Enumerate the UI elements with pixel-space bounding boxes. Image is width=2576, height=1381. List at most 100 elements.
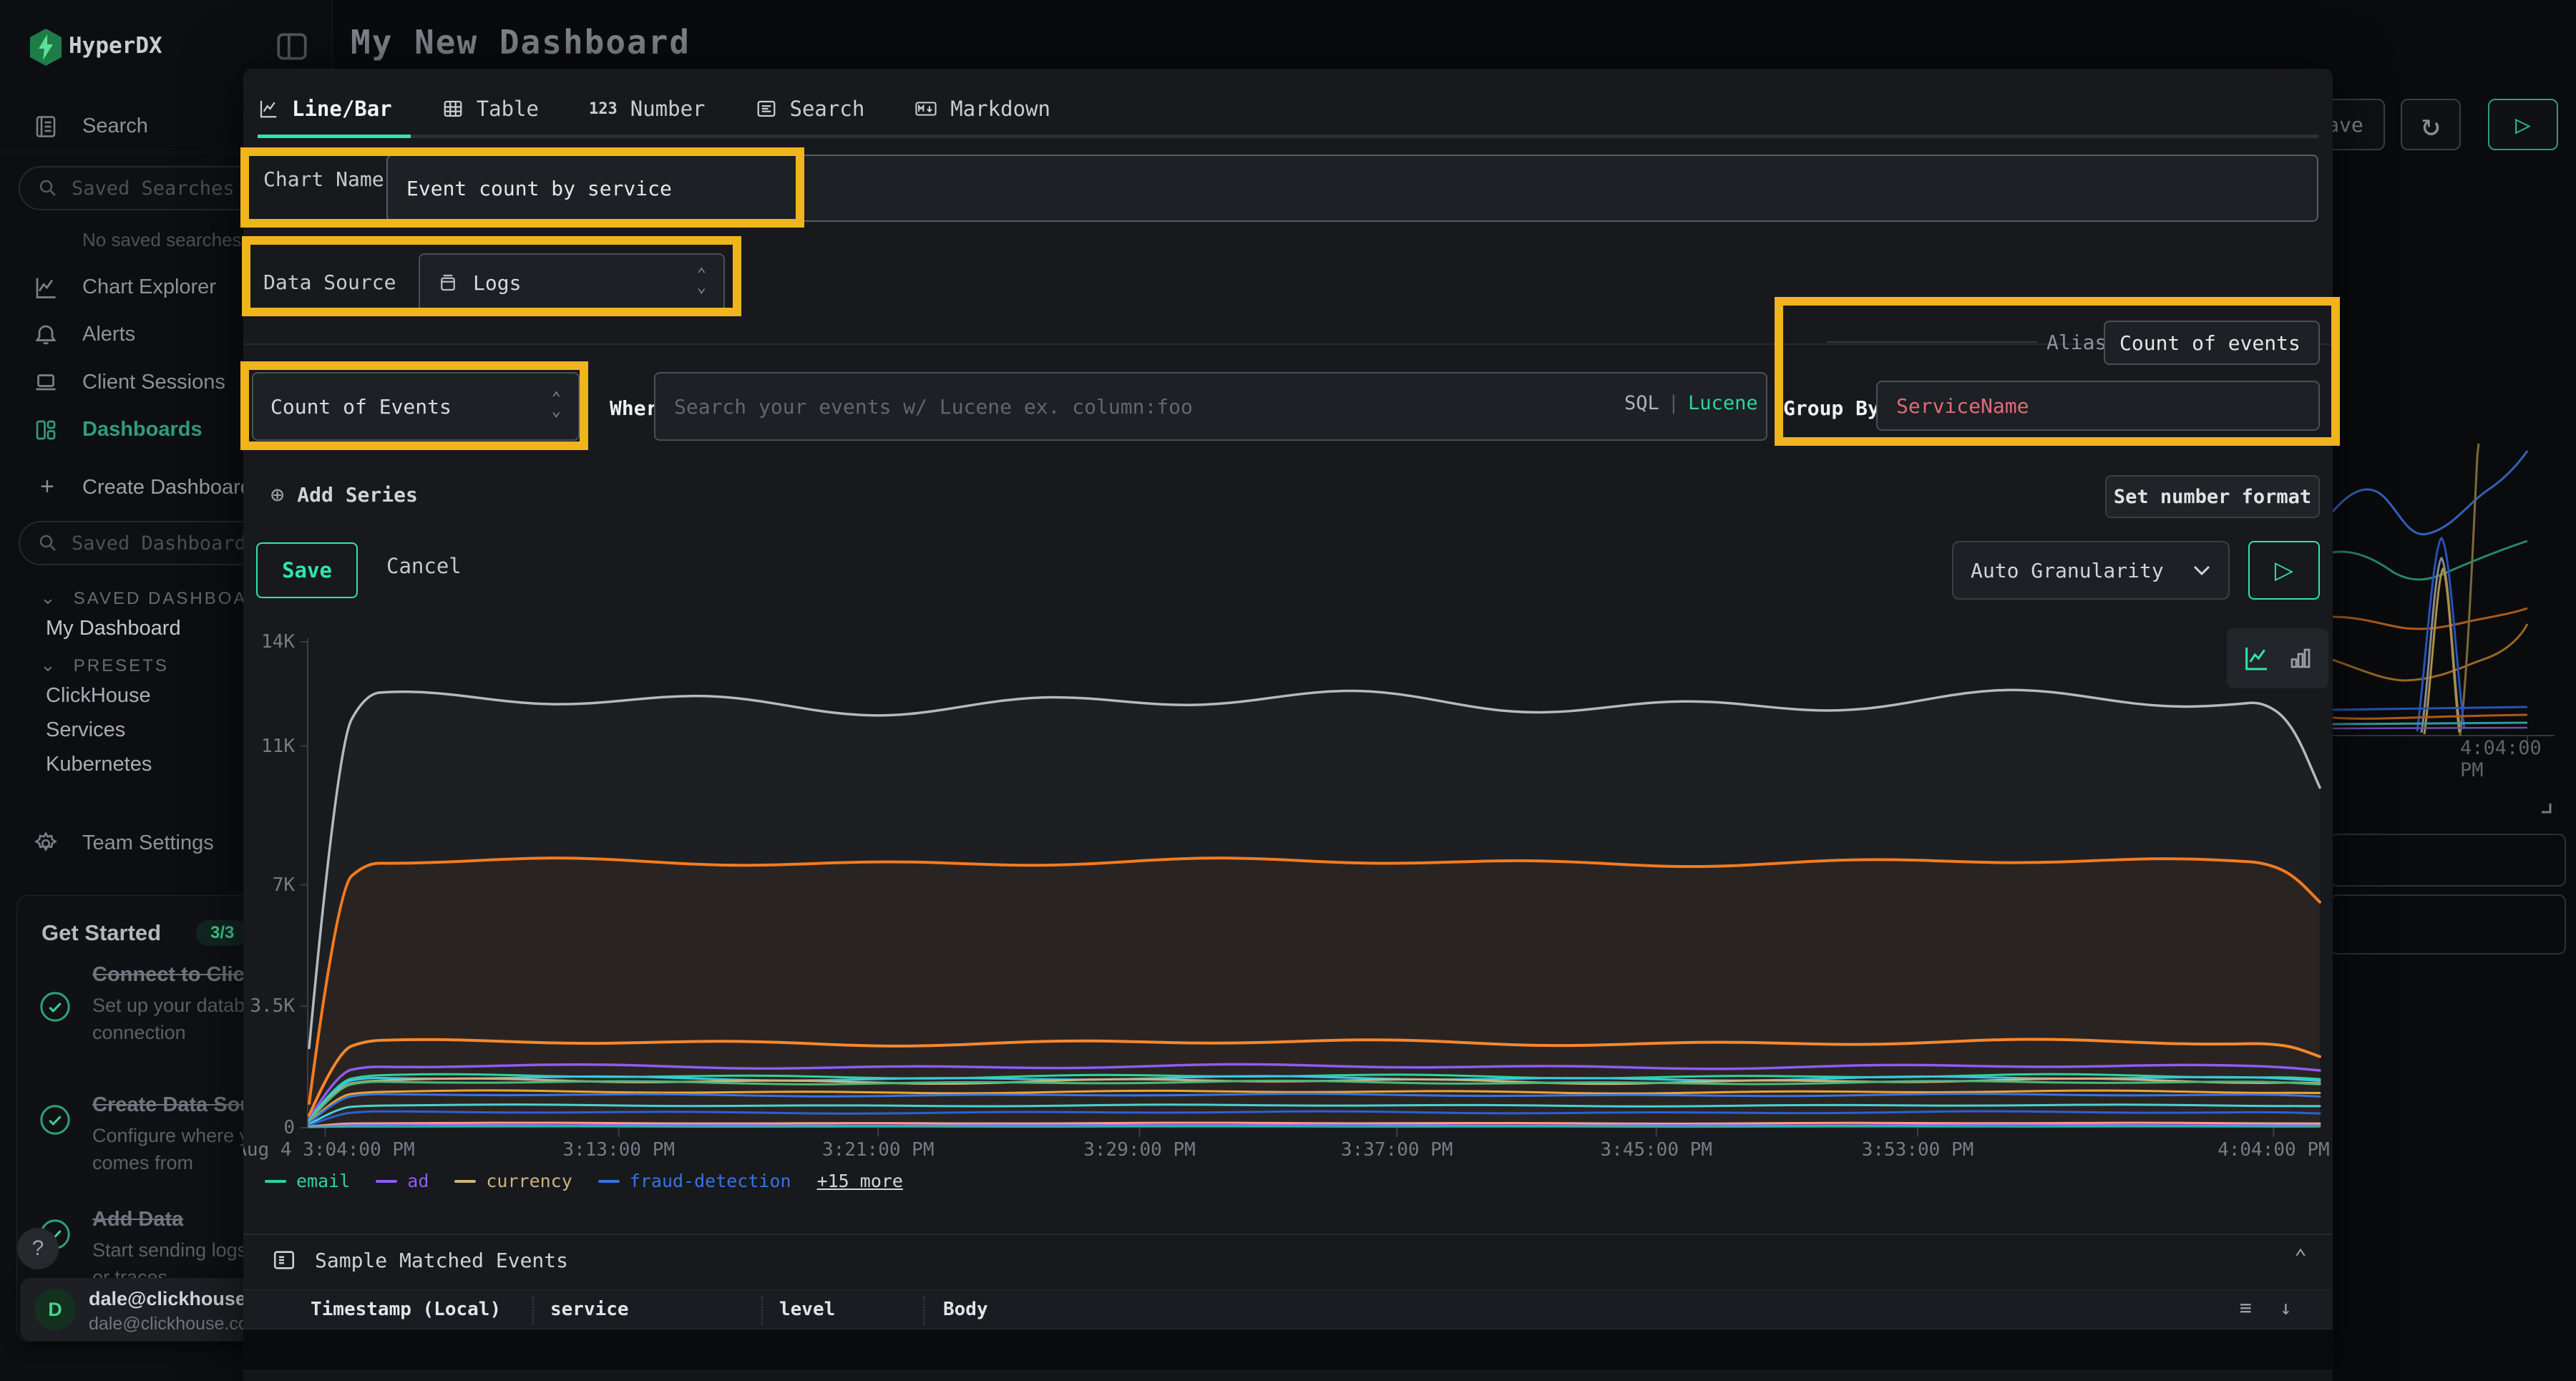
divider: | <box>1668 392 1679 414</box>
column-resizer[interactable] <box>761 1296 763 1324</box>
save-button[interactable]: Save <box>256 542 358 598</box>
where-search-input[interactable] <box>654 372 1767 441</box>
plus-circle-icon: ⊕ <box>270 481 284 508</box>
avatar: D <box>34 1289 76 1330</box>
tab-table[interactable]: Table <box>442 97 539 121</box>
legend-item-fraud-detection[interactable]: fraud-detection <box>598 1171 791 1191</box>
aggregation-select[interactable]: Count of Events ⌃⌄ <box>252 372 580 441</box>
group-by-input[interactable] <box>1876 381 2320 431</box>
table-options-icon[interactable]: ≡ <box>2240 1296 2252 1319</box>
legend-swatch <box>265 1180 286 1183</box>
legend-label: email <box>296 1171 350 1191</box>
events-table-header: Timestamp (Local) service level Body ≡ ↓ <box>243 1289 2333 1329</box>
x-axis-tick-label: 3:21:00 PM <box>822 1139 935 1161</box>
legend-more-label[interactable]: +15 more <box>817 1171 903 1191</box>
tab-track <box>258 135 2318 138</box>
legend-label: fraud-detection <box>630 1171 791 1191</box>
y-axis-tick-label: 0 <box>249 1117 295 1138</box>
line-chart-icon <box>258 98 279 119</box>
column-header-level[interactable]: level <box>779 1299 835 1320</box>
scrollbar-track[interactable] <box>243 1370 2333 1381</box>
get-started-badge: 3/3 <box>196 920 248 946</box>
y-axis-tick-label: 14K <box>249 631 295 653</box>
chevron-down-icon: ⌄ <box>40 654 58 676</box>
chart-name-input[interactable] <box>386 155 2318 222</box>
list-icon <box>272 1248 296 1272</box>
add-series-label: Add Series <box>297 483 418 507</box>
cancel-button[interactable]: Cancel <box>386 554 462 578</box>
sample-matched-events-header[interactable]: Sample Matched Events <box>272 1248 568 1272</box>
active-tab-indicator <box>258 135 411 138</box>
sidebar-item-label: Team Settings <box>82 831 214 855</box>
sidebar-item-label: Client Sessions <box>82 371 225 394</box>
granularity-value: Auto Granularity <box>1971 559 2164 582</box>
sidebar-item-label: Alerts <box>82 323 135 346</box>
bar-chart-icon[interactable] <box>2288 645 2313 671</box>
download-icon[interactable]: ↓ <box>2280 1296 2292 1319</box>
legend-label: ad <box>407 1171 429 1191</box>
legend-item-currency[interactable]: currency <box>454 1171 572 1191</box>
legend-label: currency <box>486 1171 572 1191</box>
x-axis-tick-label: 4:04:00 PM <box>2218 1139 2330 1161</box>
line-chart-icon[interactable] <box>2242 644 2270 673</box>
collapse-section-icon[interactable]: ⌃ <box>2294 1245 2307 1270</box>
background-panel <box>2330 894 2566 955</box>
data-source-label: Data Source <box>263 270 396 294</box>
get-started-title: Get Started <box>42 920 161 946</box>
column-header-service[interactable]: service <box>550 1299 629 1320</box>
help-button[interactable]: ? <box>17 1228 59 1269</box>
x-axis-tick-label: 3:37:00 PM <box>1341 1139 1453 1161</box>
run-dashboard-button[interactable]: ▷ <box>2488 99 2558 150</box>
check-circle-icon <box>39 1103 72 1136</box>
database-icon <box>437 272 459 293</box>
column-header-body[interactable]: Body <box>943 1299 988 1320</box>
tab-search[interactable]: Search <box>756 97 865 121</box>
alias-input[interactable] <box>2104 321 2320 365</box>
no-saved-searches-text: No saved searches <box>82 229 242 251</box>
divider <box>1826 341 2038 343</box>
x-axis-tick-label: Aug 4 3:04:00 PM <box>243 1139 415 1161</box>
plus-icon: + <box>40 473 54 501</box>
dashboard-grid-icon <box>33 417 59 443</box>
column-resizer[interactable] <box>532 1296 534 1324</box>
x-axis-tick-label: 3:13:00 PM <box>562 1139 675 1161</box>
legend-item-ad[interactable]: ad <box>376 1171 429 1191</box>
sql-toggle[interactable]: SQL <box>1624 392 1659 414</box>
sidebar-item-label: Search <box>82 114 148 138</box>
data-source-select[interactable]: Logs ⌃⌄ <box>419 253 725 312</box>
add-series-button[interactable]: ⊕ Add Series <box>270 481 418 508</box>
chart-display-toggle[interactable] <box>2227 628 2328 688</box>
lucene-toggle[interactable]: Lucene <box>1688 392 1758 414</box>
create-dashboard-label: Create Dashboard <box>82 476 252 499</box>
chart-type-tabs: Line/Bar Table 123Number Search Markdown <box>258 83 1101 135</box>
tab-markdown[interactable]: Markdown <box>914 97 1050 121</box>
x-axis-tick-label: 3:53:00 PM <box>1862 1139 1974 1161</box>
column-header-timestamp[interactable]: Timestamp (Local) <box>311 1299 501 1320</box>
legend-item-email[interactable]: email <box>265 1171 350 1191</box>
chart-name-label: Chart Name <box>263 167 384 191</box>
tab-label: Markdown <box>950 97 1050 121</box>
chart-editor-modal: Line/Bar Table 123Number Search Markdown Cha… <box>243 69 2333 1381</box>
y-axis-tick-label: 3.5K <box>249 995 295 1017</box>
tab-number[interactable]: 123Number <box>589 97 706 121</box>
granularity-select[interactable]: Auto Granularity <box>1952 541 2230 600</box>
divider <box>243 1234 2333 1235</box>
chart-line-icon <box>33 275 59 301</box>
resize-handle-icon[interactable] <box>2539 800 2553 814</box>
journal-icon <box>33 114 59 140</box>
tab-line-bar[interactable]: Line/Bar <box>258 97 392 121</box>
legend-more-link[interactable]: +15 more <box>817 1171 903 1191</box>
timeseries-chart[interactable] <box>301 630 2327 1149</box>
tab-label: Search <box>790 97 865 121</box>
chart-legend: email ad currency fraud-detection +15 more <box>265 1171 929 1191</box>
sidebar-collapse-icon[interactable] <box>274 29 310 64</box>
column-resizer[interactable] <box>923 1296 924 1324</box>
refresh-button[interactable]: ↻ <box>2401 99 2461 150</box>
x-axis-tick-label: 3:29:00 PM <box>1083 1139 1196 1161</box>
set-number-format-button[interactable]: Set number format <box>2105 475 2320 518</box>
sidebar-item-label: Chart Explorer <box>82 275 216 299</box>
bell-icon <box>33 322 59 348</box>
query-language-switch[interactable]: SQL | Lucene <box>1624 392 1758 414</box>
brand-name: HyperDX <box>69 33 162 59</box>
run-chart-button[interactable]: ▷ <box>2248 541 2320 600</box>
